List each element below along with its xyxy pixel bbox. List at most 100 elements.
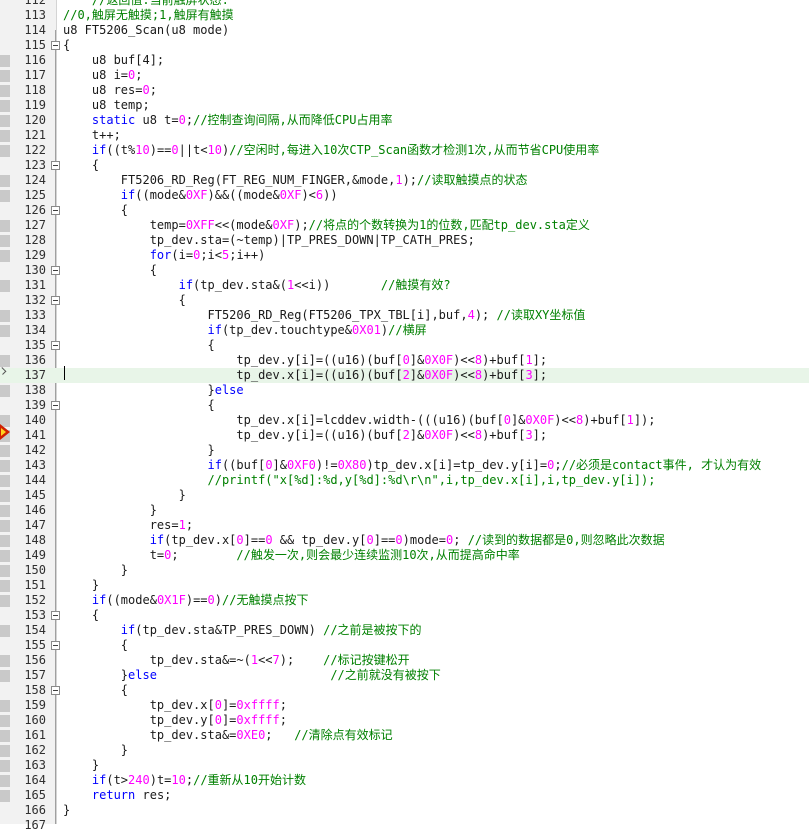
fold-toggle-icon[interactable] <box>51 611 60 620</box>
code-text[interactable]: { <box>63 158 99 173</box>
code-line[interactable]: 157 }else //之前就没有被按下 <box>0 668 809 683</box>
code-text[interactable]: { <box>63 203 128 218</box>
code-line[interactable]: 165 return res; <box>0 788 809 803</box>
code-line[interactable]: 139 { <box>0 398 809 413</box>
code-text[interactable]: if(tp_dev.sta&TP_PRES_DOWN) //之前是被按下的 <box>63 623 422 638</box>
fold-toggle-icon[interactable] <box>51 401 60 410</box>
code-line[interactable]: 138 }else <box>0 383 809 398</box>
code-line[interactable]: 125 if((mode&0XF)&&((mode&0XF)<6)) <box>0 188 809 203</box>
code-line[interactable]: 122 if((t%10)==0||t<10)//空闲时,每进入10次CTP_S… <box>0 143 809 158</box>
fold-toggle-icon[interactable] <box>51 686 60 695</box>
fold-toggle-icon[interactable] <box>51 206 60 215</box>
code-line[interactable]: 124 FT5206_RD_Reg(FT_REG_NUM_FINGER,&mod… <box>0 173 809 188</box>
code-line[interactable]: 140 tp_dev.x[i]=lcddev.width-(((u16)(buf… <box>0 413 809 428</box>
code-line[interactable]: 156 tp_dev.sta&=~(1<<7); //标记按键松开 <box>0 653 809 668</box>
fold-toggle-icon[interactable] <box>51 341 60 350</box>
code-line[interactable]: 151 } <box>0 578 809 593</box>
code-text[interactable]: }else <box>63 383 243 398</box>
code-text[interactable]: } <box>63 503 157 518</box>
code-text[interactable]: } <box>63 803 70 818</box>
code-line[interactable]: 143 if((buf[0]&0XF0)!=0X80)tp_dev.x[i]=t… <box>0 458 809 473</box>
code-text[interactable]: } <box>63 443 214 458</box>
code-lines[interactable]: 112 //返回值:当前触屏状态. 113//0,触屏无触摸;1,触屏有触摸 114… <box>0 0 809 833</box>
code-text[interactable]: if((t%10)==0||t<10)//空闲时,每进入10次CTP_Scan函… <box>63 143 599 158</box>
code-text[interactable]: } <box>63 758 99 773</box>
code-line[interactable]: 127 temp=0XFF<<(mode&0XF);//将点的个数转换为1的位数… <box>0 218 809 233</box>
code-line[interactable]: 144 //printf("x[%d]:%d,y[%d]:%d\r\n",i,t… <box>0 473 809 488</box>
code-line[interactable]: 149 t=0; //触发一次,则会最少连续监测10次,从而提高命中率 <box>0 548 809 563</box>
code-line[interactable]: 121 t++; <box>0 128 809 143</box>
code-line[interactable]: 131 if(tp_dev.sta&(1<<i)) //触摸有效? <box>0 278 809 293</box>
code-text[interactable]: }else //之前就没有被按下 <box>63 668 441 683</box>
code-line[interactable]: 162 } <box>0 743 809 758</box>
fold-toggle-icon[interactable] <box>51 296 60 305</box>
code-text[interactable]: return res; <box>63 788 171 803</box>
code-line[interactable]: 164 if(t>240)t=10;//重新从10开始计数 <box>0 773 809 788</box>
code-text[interactable]: if((mode&0X1F)==0)//无触摸点按下 <box>63 593 309 608</box>
code-line[interactable]: 160 tp_dev.y[0]=0xffff; <box>0 713 809 728</box>
code-text[interactable]: if(tp_dev.sta&(1<<i)) //触摸有效? <box>63 278 451 293</box>
code-text[interactable]: if((mode&0XF)&&((mode&0XF)<6)) <box>63 188 338 203</box>
code-line[interactable]: 155 { <box>0 638 809 653</box>
code-text[interactable]: { <box>63 338 214 353</box>
code-text[interactable]: { <box>63 638 128 653</box>
code-editor[interactable]: 112 //返回值:当前触屏状态. 113//0,触屏无触摸;1,触屏有触摸 114… <box>0 0 809 832</box>
code-line[interactable]: 163 } <box>0 758 809 773</box>
code-line[interactable]: 134 if(tp_dev.touchtype&0X01)//横屏 <box>0 323 809 338</box>
code-text[interactable]: for(i=0;i<5;i++) <box>63 248 266 263</box>
code-text[interactable]: } <box>63 563 128 578</box>
code-text[interactable]: } <box>63 743 128 758</box>
fold-toggle-icon[interactable] <box>51 641 60 650</box>
code-line[interactable]: 167 <box>0 818 809 833</box>
code-text[interactable]: tp_dev.sta&=~(1<<7); //标记按键松开 <box>63 653 410 668</box>
code-line[interactable]: 150 } <box>0 563 809 578</box>
code-text[interactable]: tp_dev.x[0]=0xffff; <box>63 698 287 713</box>
code-line[interactable]: 112 //返回值:当前触屏状态. <box>0 0 809 8</box>
code-line[interactable]: 114 u8 FT5206_Scan(u8 mode) <box>0 23 809 38</box>
code-text[interactable]: tp_dev.x[i]=((u16)(buf[2]&0X0F)<<8)+buf[… <box>63 368 547 383</box>
code-line[interactable]: 117 u8 i=0; <box>0 68 809 83</box>
code-line[interactable]: 147 res=1; <box>0 518 809 533</box>
code-text[interactable]: if(tp_dev.x[0]==0 && tp_dev.y[0]==0)mode… <box>63 533 665 548</box>
code-text[interactable]: u8 temp; <box>63 98 150 113</box>
code-text[interactable]: tp_dev.sta&=0XE0; //清除点有效标记 <box>63 728 393 743</box>
code-line[interactable]: 142 } <box>0 443 809 458</box>
code-line[interactable]: 152 if((mode&0X1F)==0)//无触摸点按下 <box>0 593 809 608</box>
code-line[interactable]: 115 { <box>0 38 809 53</box>
code-text[interactable]: //printf("x[%d]:%d,y[%d]:%d\r\n",i,tp_de… <box>63 473 656 488</box>
code-text[interactable]: tp_dev.y[i]=((u16)(buf[0]&0X0F)<<8)+buf[… <box>63 353 547 368</box>
code-text[interactable]: if(tp_dev.touchtype&0X01)//横屏 <box>63 323 427 338</box>
code-line[interactable]: 166} <box>0 803 809 818</box>
code-line[interactable]: 130 { <box>0 263 809 278</box>
code-line[interactable]: 158 { <box>0 683 809 698</box>
code-text[interactable]: { <box>63 293 186 308</box>
code-text[interactable]: t++; <box>63 128 121 143</box>
code-text[interactable]: { <box>63 683 128 698</box>
code-text[interactable]: //0,触屏无触摸;1,触屏有触摸 <box>63 8 234 23</box>
code-text[interactable]: u8 i=0; <box>63 68 143 83</box>
code-text[interactable]: FT5206_RD_Reg(FT_REG_NUM_FINGER,&mode,1)… <box>63 173 528 188</box>
code-text[interactable]: res=1; <box>63 518 193 533</box>
code-text[interactable]: { <box>63 398 214 413</box>
code-line[interactable]: 129 for(i=0;i<5;i++) <box>0 248 809 263</box>
code-text[interactable]: { <box>63 608 99 623</box>
code-line[interactable]: 136 tp_dev.y[i]=((u16)(buf[0]&0X0F)<<8)+… <box>0 353 809 368</box>
code-text[interactable]: { <box>63 263 157 278</box>
code-line[interactable]: 120 static u8 t=0;//控制查询间隔,从而降低CPU占用率 <box>0 113 809 128</box>
code-text[interactable]: u8 res=0; <box>63 83 157 98</box>
code-line[interactable]: 126 { <box>0 203 809 218</box>
code-line[interactable]: 113 //0,触屏无触摸;1,触屏有触摸 <box>0 8 809 23</box>
code-text[interactable]: } <box>63 488 186 503</box>
code-text[interactable]: t=0; //触发一次,则会最少连续监测10次,从而提高命中率 <box>63 548 520 563</box>
code-line[interactable]: 146 } <box>0 503 809 518</box>
code-text[interactable]: if((buf[0]&0XF0)!=0X80)tp_dev.x[i]=tp_de… <box>63 458 762 473</box>
code-text[interactable]: if(t>240)t=10;//重新从10开始计数 <box>63 773 306 788</box>
code-text[interactable]: u8 buf[4]; <box>63 53 164 68</box>
fold-toggle-icon[interactable] <box>51 161 60 170</box>
fold-toggle-icon[interactable] <box>51 41 60 50</box>
code-line[interactable]: 153 { <box>0 608 809 623</box>
code-line[interactable]: 128 tp_dev.sta=(~temp)|TP_PRES_DOWN|TP_C… <box>0 233 809 248</box>
code-text[interactable]: tp_dev.sta=(~temp)|TP_PRES_DOWN|TP_CATH_… <box>63 233 475 248</box>
fold-toggle-icon[interactable] <box>51 266 60 275</box>
code-text[interactable]: { <box>63 38 70 53</box>
